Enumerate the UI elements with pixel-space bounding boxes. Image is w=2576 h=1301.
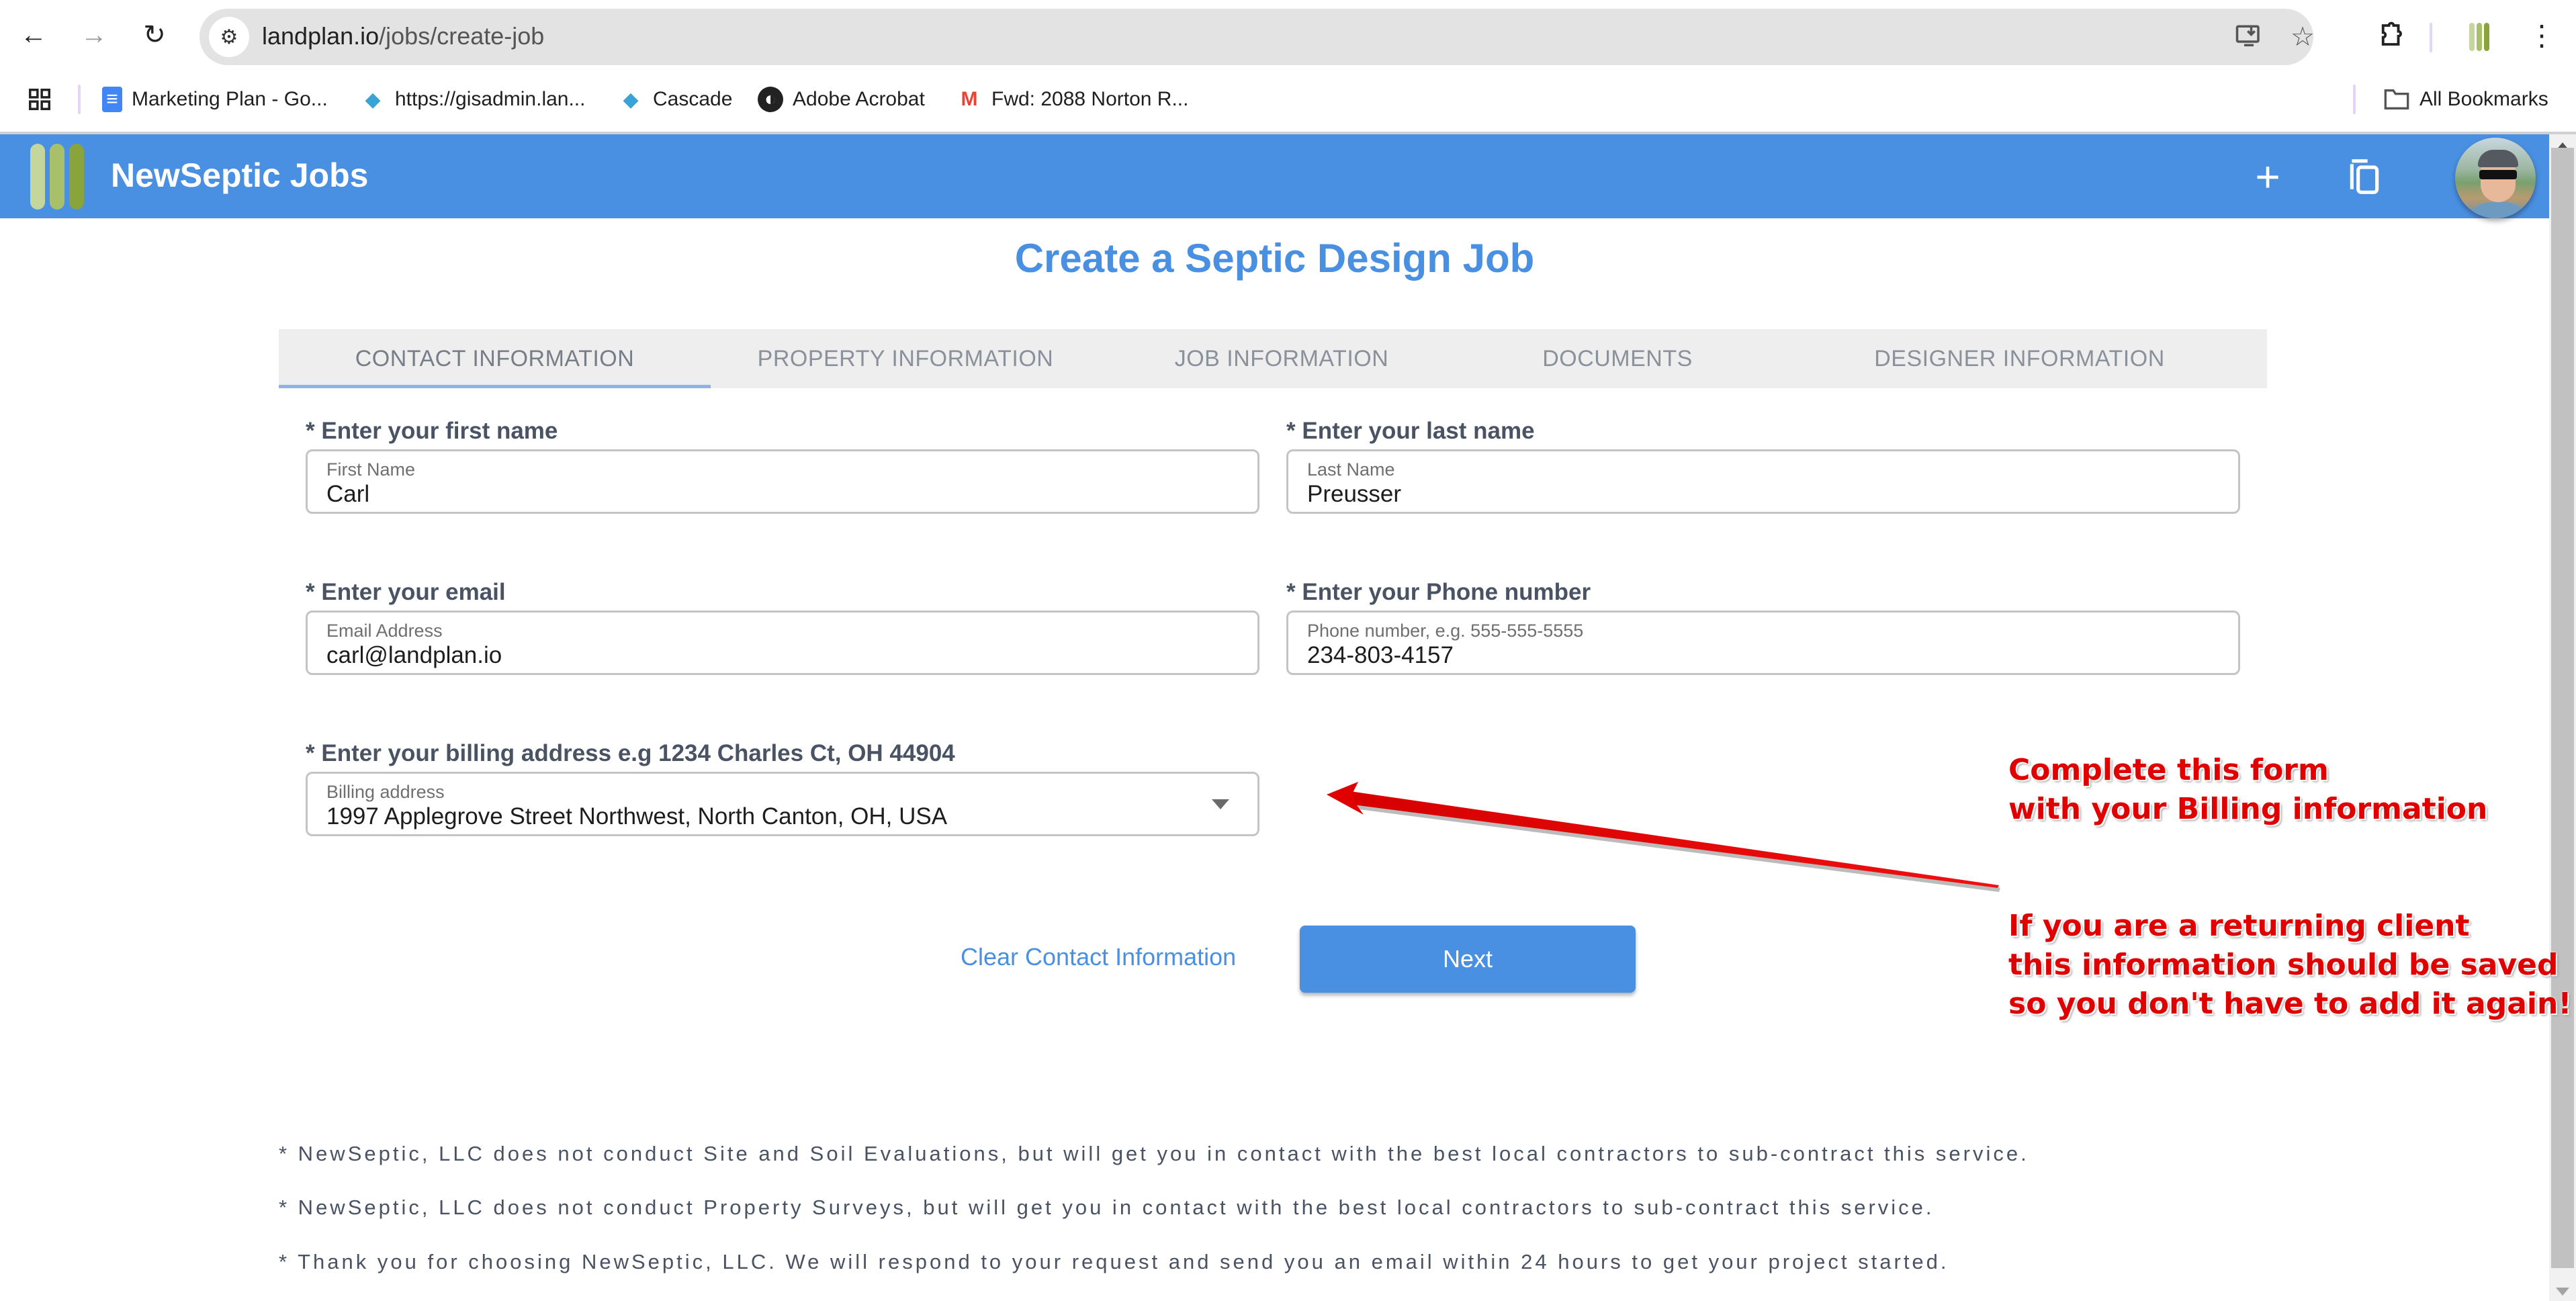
app-header: NewSeptic Jobs + — [0, 134, 2549, 218]
page-title: Create a Septic Design Job — [1014, 236, 1535, 281]
globe-icon: ◆ — [623, 88, 639, 111]
annotation-text: If you are a returning client — [2008, 909, 2470, 943]
first-name-label: * Enter your first name — [306, 418, 558, 444]
tab-documents[interactable]: DOCUMENTS — [1463, 329, 1772, 388]
arrow-head — [1327, 782, 1364, 815]
email-field[interactable]: Email Address carl@landplan.io — [306, 611, 1259, 675]
next-button[interactable]: Next — [1300, 926, 1636, 993]
reload-button[interactable]: ↻ — [138, 19, 171, 51]
kebab-menu-icon: ⋮ — [2528, 19, 2556, 51]
note-property-surveys: * NewSeptic, LLC does not conduct Proper… — [279, 1196, 1935, 1219]
dropdown-arrow-icon[interactable] — [1212, 799, 1229, 809]
gmail-icon: M — [961, 88, 978, 110]
bookmarks-divider — [78, 85, 81, 114]
tune-icon: ⚙ — [220, 26, 238, 48]
billing-address-label: * Enter your billing address e.g 1234 Ch… — [306, 740, 955, 766]
annotation-text: so you don't have to add it again! — [2008, 987, 2572, 1021]
annotation-text: with your Billing information — [2008, 792, 2488, 826]
clear-contact-information-link[interactable]: Clear Contact Information — [961, 943, 1236, 971]
puzzle-icon — [2381, 21, 2402, 46]
copy-job-button[interactable] — [2339, 151, 2390, 202]
bookmarks-bar: ≡ Marketing Plan - Go... ◆ https://gisad… — [0, 67, 2576, 134]
star-icon: ☆ — [2291, 22, 2315, 52]
url-text[interactable]: landplan.io/jobs/create-job — [262, 22, 544, 50]
arrow-right-icon: → — [81, 19, 107, 50]
note-thank-you: * Thank you for choosing NewSeptic, LLC.… — [279, 1250, 1949, 1273]
globe-icon: ◆ — [365, 88, 381, 111]
forward-button[interactable]: → — [78, 19, 110, 51]
arrow-left-icon: ← — [20, 19, 47, 50]
browser-menu-button[interactable]: ⋮ — [2524, 17, 2559, 52]
install-app-icon — [2235, 25, 2260, 46]
back-button[interactable]: ← — [17, 19, 50, 51]
add-job-button[interactable]: + — [2242, 151, 2293, 202]
billing-address-select[interactable]: Billing address 1997 Applegrove Street N… — [306, 772, 1259, 836]
bookmark-item[interactable]: ◐ Adobe Acrobat — [758, 83, 925, 116]
first-name-field[interactable]: First Name Carl — [306, 449, 1259, 514]
plus-icon: + — [2255, 152, 2280, 201]
tab-property-information[interactable]: PROPERTY INFORMATION — [711, 329, 1100, 388]
bookmark-item[interactable]: M Fwd: 2088 Norton R... — [957, 83, 1189, 116]
phone-label: * Enter your Phone number — [1286, 579, 1591, 605]
annotation-text: Complete this form — [2008, 753, 2329, 787]
arrow-shaft — [1351, 799, 2000, 892]
copy-icon — [2350, 159, 2379, 194]
apps-button[interactable] — [27, 83, 52, 116]
reload-icon: ↻ — [143, 20, 166, 50]
user-avatar[interactable] — [2455, 138, 2536, 218]
arrow-shaft — [1350, 791, 1999, 888]
all-bookmarks-button[interactable]: All Bookmarks — [2383, 83, 2548, 116]
note-site-soil: * NewSeptic, LLC does not conduct Site a… — [279, 1142, 2029, 1165]
bookmark-item[interactable]: ◆ Cascade — [618, 83, 732, 116]
form-tabs: CONTACT INFORMATION PROPERTY INFORMATION… — [279, 329, 2267, 388]
bookmark-star-button[interactable]: ☆ — [2285, 19, 2320, 54]
bookmark-item[interactable]: ≡ Marketing Plan - Go... — [102, 83, 328, 116]
google-docs-icon: ≡ — [102, 87, 122, 112]
newseptic-logo[interactable] — [30, 144, 84, 210]
phone-field[interactable]: Phone number, e.g. 555-555-5555 234-803-… — [1286, 611, 2240, 675]
tab-job-information[interactable]: JOB INFORMATION — [1100, 329, 1463, 388]
scroll-down-arrow-icon[interactable] — [2556, 1288, 2569, 1296]
bookmarks-divider — [2353, 85, 2356, 114]
annotation-text: this information should be saved — [2008, 948, 2559, 982]
bookmark-item[interactable]: ◆ https://gisadmin.lan... — [360, 83, 585, 116]
last-name-field[interactable]: Last Name Preusser — [1286, 449, 2240, 514]
app-title[interactable]: NewSeptic Jobs — [111, 156, 368, 195]
extensions-button[interactable] — [2374, 17, 2409, 52]
install-app-button[interactable] — [2231, 19, 2266, 54]
scroll-thumb[interactable] — [2551, 148, 2574, 1268]
acrobat-icon: ◐ — [758, 87, 783, 112]
newseptic-extension-button[interactable] — [2469, 23, 2489, 51]
tab-contact-information[interactable]: CONTACT INFORMATION — [279, 329, 711, 388]
apps-grid-icon — [29, 89, 50, 110]
address-bar[interactable]: ⚙ landplan.io/jobs/create-job ☆ — [199, 9, 2315, 65]
toolbar-divider — [2430, 23, 2432, 52]
page-scrollbar[interactable] — [2549, 134, 2576, 1301]
last-name-label: * Enter your last name — [1286, 418, 1535, 444]
tab-designer-information[interactable]: DESIGNER INFORMATION — [1772, 329, 2267, 388]
browser-toolbar: ← → ↻ ⚙ landplan.io/jobs/create-job ☆ ⋮ — [0, 0, 2576, 67]
site-info-button[interactable]: ⚙ — [209, 17, 249, 57]
email-label: * Enter your email — [306, 579, 506, 605]
folder-icon — [2384, 89, 2409, 109]
